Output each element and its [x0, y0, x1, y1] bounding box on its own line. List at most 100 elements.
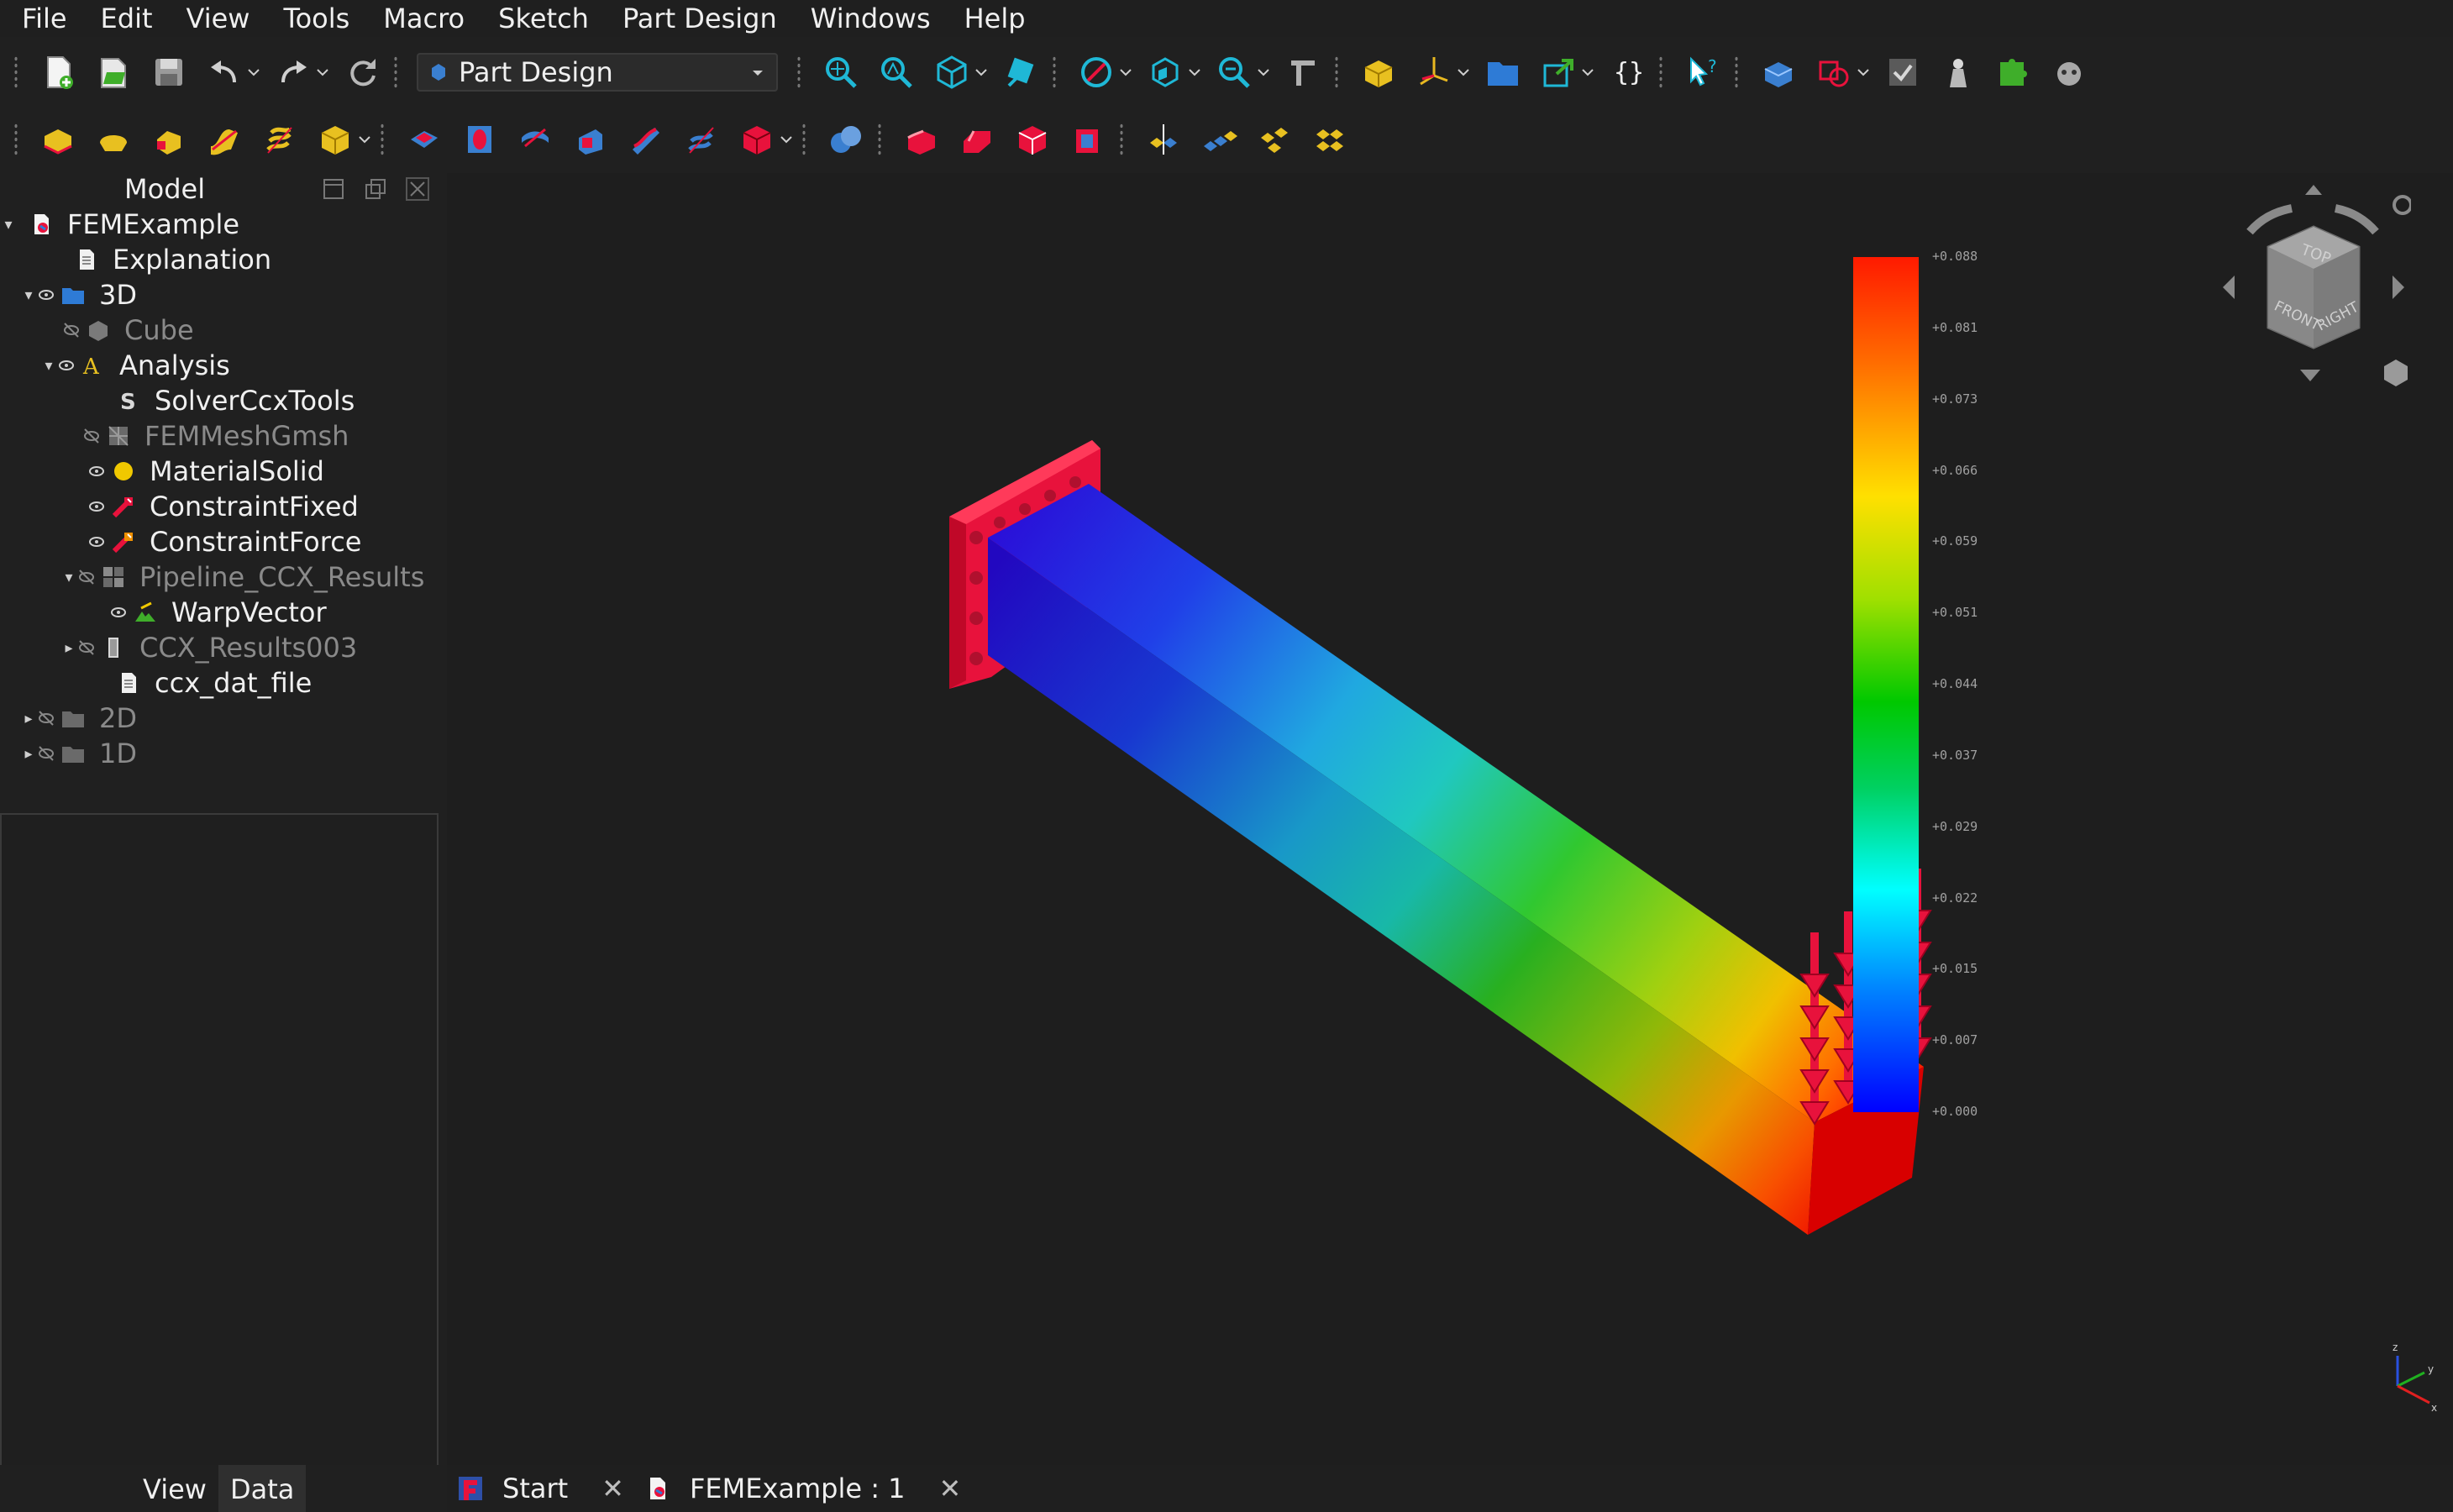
validate-sketch-button[interactable] [1879, 49, 1926, 96]
close-panel-icon[interactable] [405, 176, 430, 202]
toolbar-grip[interactable] [13, 123, 18, 156]
eye-icon[interactable] [87, 533, 106, 551]
workbench-selector[interactable]: Part Design [417, 53, 778, 92]
isometric-view-button[interactable] [928, 49, 975, 96]
tab-start[interactable]: Start ✕ [447, 1465, 634, 1512]
expand-arrow-icon[interactable]: ▸ [20, 745, 37, 763]
tree-item-ccx-dat-file[interactable]: ccx_dat_file [116, 665, 312, 701]
tree-item-constraintforce[interactable]: ConstraintForce [87, 524, 361, 559]
close-icon[interactable]: ✕ [601, 1473, 624, 1504]
menu-windows[interactable]: Windows [799, 0, 953, 37]
eye-icon[interactable] [109, 603, 128, 622]
eye-icon[interactable] [57, 356, 76, 375]
subtractive-pipe-button[interactable] [622, 116, 670, 163]
toolbar-grip[interactable] [1734, 55, 1739, 89]
toolbar-grip[interactable] [877, 123, 882, 156]
menu-view[interactable]: View [175, 0, 272, 37]
create-body-button[interactable] [1755, 49, 1802, 96]
small-cube-icon[interactable] [2384, 360, 2408, 386]
menu-help[interactable]: Help [953, 0, 1048, 37]
additive-primitive-button[interactable] [312, 116, 359, 163]
eye-icon[interactable] [87, 497, 106, 516]
scripts-button[interactable] [2046, 49, 2093, 96]
subtractive-helix-button[interactable] [678, 116, 725, 163]
fit-selection-button[interactable] [873, 49, 920, 96]
measure-button[interactable] [1279, 49, 1326, 96]
toolbar-grip[interactable] [1119, 123, 1124, 156]
expand-arrow-icon[interactable]: ▾ [60, 569, 77, 586]
expand-arrow-icon[interactable]: ▾ [40, 357, 57, 375]
property-panel[interactable] [0, 813, 439, 1468]
subtractive-primitive-button[interactable] [733, 116, 780, 163]
undo-button[interactable] [201, 49, 248, 96]
tree-item-solverccxtools[interactable]: S SolverCcxTools [116, 383, 355, 418]
toolbar-grip[interactable] [796, 55, 801, 89]
sketch-dropdown[interactable] [1857, 49, 1870, 96]
orbit-up-icon[interactable] [2305, 185, 2322, 195]
orbit-left-icon[interactable] [2223, 276, 2235, 299]
create-sketch-button[interactable] [1810, 49, 1857, 96]
tree-item-3d[interactable]: ▾ 3D [20, 277, 137, 312]
revolution-button[interactable] [90, 116, 137, 163]
chamfer-button[interactable] [953, 116, 1001, 163]
subtractive-loft-button[interactable] [567, 116, 614, 163]
deformed-beam[interactable] [988, 484, 1924, 1235]
mirrored-button[interactable] [1140, 116, 1187, 163]
tree-item-femexample[interactable]: ▾ FEMExample [0, 207, 239, 242]
additive-helix-button[interactable] [256, 116, 303, 163]
orbit-right-icon[interactable] [2393, 276, 2404, 299]
linear-pattern-button[interactable] [1195, 116, 1242, 163]
tree-item-2d[interactable]: ▸ 2D [20, 701, 137, 736]
tree-item-pipeline-ccx-results[interactable]: ▾ Pipeline_CCX_Results [60, 559, 424, 595]
3d-viewport[interactable]: TOP FRONT RIGHT z y x [447, 173, 2453, 1465]
eye-hidden-icon[interactable] [37, 709, 55, 727]
view-menu-icon[interactable] [2393, 195, 2411, 215]
refresh-button[interactable] [339, 49, 386, 96]
create-part-button[interactable] [1355, 49, 1402, 96]
open-document-button[interactable] [90, 49, 137, 96]
fem-result-scene[interactable] [447, 173, 2453, 1465]
map-sketch-button[interactable] [1935, 49, 1982, 96]
additive-primitive-dropdown[interactable] [358, 116, 371, 163]
rotate-left-icon[interactable] [2246, 204, 2293, 235]
menu-tools[interactable]: Tools [271, 0, 371, 37]
toolbar-grip[interactable] [393, 55, 398, 89]
additive-loft-button[interactable] [145, 116, 192, 163]
zoom-button[interactable] [1211, 49, 1258, 96]
tab-data[interactable]: Data [218, 1465, 307, 1512]
redo-button[interactable] [270, 49, 317, 96]
new-document-button[interactable] [34, 49, 81, 96]
multi-transform-button[interactable] [1306, 116, 1353, 163]
tree-item-1d[interactable]: ▸ 1D [20, 736, 137, 771]
draft-button[interactable] [1009, 116, 1056, 163]
zoom-dropdown[interactable] [1257, 49, 1270, 96]
menu-file[interactable]: File [10, 0, 89, 37]
navigation-cube[interactable]: TOP FRONT RIGHT [2216, 180, 2411, 398]
toolbar-grip[interactable] [1658, 55, 1663, 89]
create-group-button[interactable] [1479, 49, 1526, 96]
eye-icon[interactable] [87, 462, 106, 480]
menu-edit[interactable]: Edit [89, 0, 175, 37]
link-dropdown[interactable] [1581, 49, 1594, 96]
tree-item-femmeshgmsh[interactable]: FEMMeshGmsh [82, 418, 349, 454]
eye-hidden-icon[interactable] [82, 427, 101, 445]
hole-button[interactable] [456, 116, 503, 163]
expand-arrow-icon[interactable]: ▸ [60, 639, 77, 657]
pad-button[interactable] [34, 116, 81, 163]
tree-item-cube[interactable]: Cube [62, 312, 194, 348]
additive-pipe-button[interactable] [201, 116, 248, 163]
redo-dropdown[interactable] [316, 49, 329, 96]
save-button[interactable] [145, 49, 192, 96]
close-icon[interactable]: ✕ [939, 1473, 962, 1504]
view-dropdown[interactable] [974, 49, 988, 96]
expression-button[interactable]: {} [1604, 49, 1651, 96]
toolbar-grip[interactable] [1334, 55, 1339, 89]
pocket-button[interactable] [401, 116, 448, 163]
polar-pattern-button[interactable] [1251, 116, 1298, 163]
draw-style-dropdown[interactable] [1119, 49, 1132, 96]
thickness-button[interactable] [1064, 116, 1111, 163]
eye-hidden-icon[interactable] [77, 638, 96, 657]
link-button[interactable] [1535, 49, 1582, 96]
eye-hidden-icon[interactable] [37, 744, 55, 763]
fit-all-button[interactable] [817, 49, 864, 96]
